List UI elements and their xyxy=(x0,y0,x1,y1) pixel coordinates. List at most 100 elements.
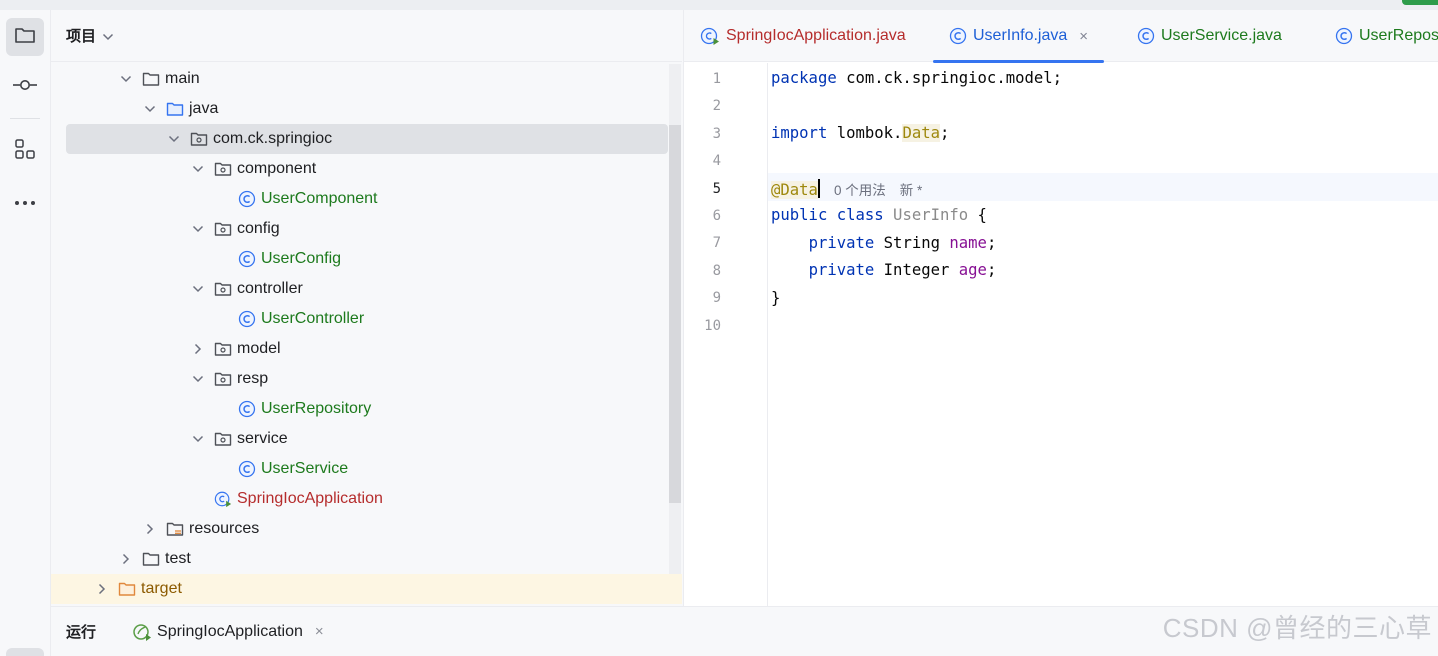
tree-node-component[interactable]: component xyxy=(51,154,668,184)
spring-app-icon xyxy=(700,26,720,46)
line-number: 9 xyxy=(712,290,721,307)
source-folder-icon xyxy=(166,100,184,118)
code-line-6[interactable]: public class UserInfo { xyxy=(771,206,987,224)
tree-node-controller[interactable]: controller xyxy=(51,274,668,304)
class-icon xyxy=(1137,27,1155,45)
tree-label: com.ck.springioc xyxy=(213,130,333,147)
chevron-right-icon[interactable] xyxy=(142,521,158,537)
line-number: 8 xyxy=(712,262,721,279)
folder-icon xyxy=(142,550,160,568)
tab-label: UserService.java xyxy=(1161,27,1282,44)
tree-node-target[interactable]: target xyxy=(51,574,682,604)
line-number: 7 xyxy=(712,235,721,252)
more-tools-button[interactable] xyxy=(6,182,44,220)
tree-node-java[interactable]: java xyxy=(51,94,668,124)
chevron-down-icon[interactable] xyxy=(190,161,206,177)
line-number: 10 xyxy=(704,317,721,334)
project-panel-title[interactable]: 项目 xyxy=(66,25,96,46)
code-line-5[interactable]: @Data 0 个用法新 * xyxy=(771,179,922,199)
tree-node-main[interactable]: main xyxy=(51,64,668,94)
tree-label: UserService xyxy=(261,460,349,477)
tree-label: resp xyxy=(237,370,269,387)
folder-icon xyxy=(14,25,36,49)
tree-file-UserController[interactable]: UserController xyxy=(51,304,668,334)
chevron-right-icon[interactable] xyxy=(190,341,206,357)
tree-node-resp[interactable]: resp xyxy=(51,364,668,394)
tab-label: UserInfo.java xyxy=(973,27,1068,44)
more-icon xyxy=(14,193,36,210)
chevron-right-icon[interactable] xyxy=(118,551,134,567)
chevron-right-icon[interactable] xyxy=(94,581,110,597)
class-icon xyxy=(238,310,256,328)
line-number: 3 xyxy=(712,125,721,142)
tree-node-config[interactable]: config xyxy=(51,214,668,244)
close-icon[interactable]: × xyxy=(1079,28,1088,45)
package-icon xyxy=(214,370,232,388)
tree-label: resources xyxy=(189,520,260,537)
editor-tabs: SpringIocApplication.java UserInfo.java × U… xyxy=(684,10,1438,63)
tree-label: test xyxy=(165,550,191,567)
commit-tool-button[interactable] xyxy=(6,68,44,106)
excluded-folder-icon xyxy=(118,580,136,598)
scrollbar-thumb[interactable] xyxy=(669,125,681,503)
editor-tab-UserInfo.java[interactable]: UserInfo.java × xyxy=(933,10,1105,63)
usages-hint[interactable]: 0 个用法 xyxy=(834,183,886,198)
tab-label: SpringIocApplication.java xyxy=(726,27,906,44)
package-icon xyxy=(214,160,232,178)
tree-file-UserConfig[interactable]: UserConfig xyxy=(51,244,668,274)
resources-folder-icon xyxy=(166,520,184,538)
run-tab[interactable]: SpringIocApplication × xyxy=(132,622,324,642)
tree-file-UserRepository[interactable]: UserRepository xyxy=(51,394,668,424)
chevron-down-icon[interactable] xyxy=(166,131,182,147)
chevron-down-icon[interactable] xyxy=(102,28,114,45)
line-number: 5 xyxy=(712,180,721,197)
code-line-3[interactable]: import lombok.Data; xyxy=(771,124,949,142)
code-line-1[interactable]: package com.ck.springioc.model; xyxy=(771,69,1062,87)
chevron-down-icon[interactable] xyxy=(118,71,134,87)
tree-label: UserController xyxy=(261,310,365,327)
tree-label: model xyxy=(237,340,281,357)
editor-tab-UserRepos[interactable]: UserRepos xyxy=(1335,10,1438,62)
tree-label: controller xyxy=(237,280,303,297)
code-line-8[interactable]: private Integer age; xyxy=(771,261,997,279)
tree-file-SpringIocApplication[interactable]: SpringIocApplication xyxy=(51,484,668,514)
tree-label: service xyxy=(237,430,288,447)
run-tab-label: SpringIocApplication xyxy=(157,622,303,640)
watermark: CSDN @曾经的三心草 xyxy=(1162,613,1432,643)
editor-tab-SpringIocApplication.java[interactable]: SpringIocApplication.java xyxy=(700,10,906,62)
editor-tab-UserService.java[interactable]: UserService.java xyxy=(1137,10,1282,62)
tree-node-service[interactable]: service xyxy=(51,424,668,454)
tree-file-UserService[interactable]: UserService xyxy=(51,454,668,484)
tool-separator xyxy=(10,118,40,119)
class-icon xyxy=(238,190,256,208)
line-number: 2 xyxy=(712,98,721,115)
bottom-tool-button[interactable] xyxy=(6,648,44,656)
structure-tool-button[interactable] xyxy=(6,132,44,170)
chevron-down-icon[interactable] xyxy=(190,431,206,447)
close-icon[interactable]: × xyxy=(315,623,324,640)
tree-node-resources[interactable]: resources xyxy=(51,514,668,544)
chevron-down-icon[interactable] xyxy=(190,221,206,237)
new-hint[interactable]: 新 * xyxy=(900,183,923,198)
class-icon xyxy=(1335,27,1353,45)
tree-node-com.ck.springioc[interactable]: com.ck.springioc xyxy=(66,124,668,154)
code-line-7[interactable]: private String name; xyxy=(771,234,997,252)
chevron-down-icon[interactable] xyxy=(190,281,206,297)
tree-node-model[interactable]: model xyxy=(51,334,668,364)
tree-file-UserComponent[interactable]: UserComponent xyxy=(51,184,668,214)
tree-node-test[interactable]: test xyxy=(51,544,668,574)
spring-app-icon xyxy=(132,622,152,642)
data-annotation: @Data xyxy=(771,181,818,199)
run-label[interactable]: 运行 xyxy=(66,621,96,642)
chevron-down-icon[interactable] xyxy=(142,101,158,117)
code-line-9[interactable]: } xyxy=(771,289,780,307)
project-panel: 项目 main java com.ck.springioc component User… xyxy=(51,10,682,606)
chevron-down-icon[interactable] xyxy=(190,371,206,387)
window-top-strip xyxy=(0,0,1438,10)
project-tool-button[interactable] xyxy=(6,18,44,56)
